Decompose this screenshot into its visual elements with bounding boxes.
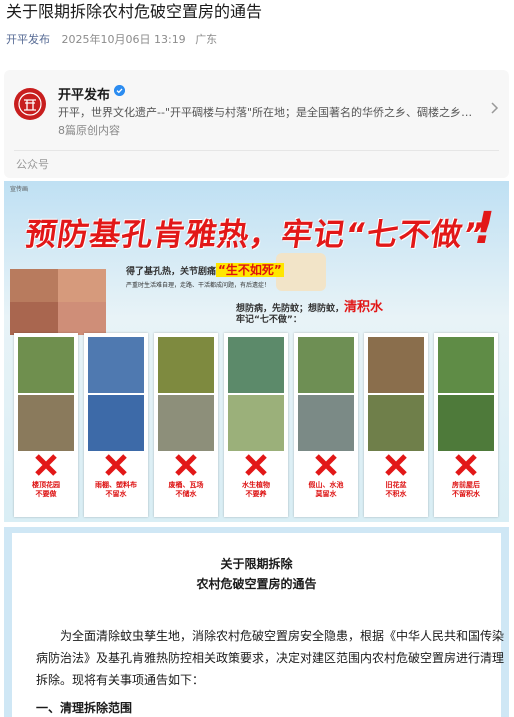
- cross-icon: [385, 454, 407, 476]
- warning-line-2: 严重时生活难自理，走路、干活都成问题，有后遗症！: [126, 282, 271, 289]
- chevron-right-icon[interactable]: [489, 102, 499, 114]
- panel-caption: 雨棚、塑料布 不留水: [95, 481, 137, 498]
- notice-content: 关于限期拆除 农村危破空置房的通告 为全面清除蚊虫孳生地，消除农村危破空置房安全…: [12, 533, 505, 717]
- divider: [14, 150, 499, 151]
- warning-line-1-prefix: 得了基孔热，关节剧痛: [126, 267, 217, 277]
- panel-caption: 水生植物 不要养: [242, 481, 270, 498]
- account-avatar[interactable]: [14, 88, 46, 120]
- warning-line-4: 牢记“七不做”：: [236, 315, 302, 325]
- cross-icon: [455, 454, 477, 476]
- panel-photo: [88, 395, 144, 451]
- panel-caption: 房前屋后 不留积水: [452, 481, 480, 498]
- notice-title-line-1: 关于限期拆除: [220, 557, 293, 571]
- panel-caption: 假山、水池 莫留水: [308, 481, 344, 498]
- panel-photo: [228, 337, 284, 393]
- article-meta: 开平发布 2025年10月06日 13:19 广东: [6, 31, 217, 47]
- panel-photo: [158, 395, 214, 451]
- symptom-photo-collage: [10, 269, 106, 335]
- panel-item: 楼顶花园 不要做: [14, 333, 78, 517]
- warning-line-1-highlight: “生不如死”: [216, 263, 284, 277]
- panel-photo: [368, 395, 424, 451]
- panel-caption: 废桶、瓦场 不储水: [168, 481, 204, 498]
- account-description: 开平，世界文化遗产--"开平碉楼与村落"所在地；是全国著名的华侨之乡、碉楼之乡、…: [58, 106, 478, 119]
- panel-photo: [18, 395, 74, 451]
- seven-donts-panels: 楼顶花园 不要做 雨棚、塑料布 不留水 废桶、瓦场 不储水 水生植物 不要养 假…: [14, 333, 504, 522]
- author-link[interactable]: 开平发布: [6, 33, 50, 46]
- panel-item: 废桶、瓦场 不储水: [154, 333, 218, 517]
- notice-title-line-2: 农村危破空置房的通告: [196, 577, 317, 591]
- panel-caption: 楼顶花园 不要做: [32, 481, 60, 498]
- publish-location: 广东: [195, 33, 218, 46]
- panel-photo: [438, 337, 494, 393]
- publish-date: 2025年10月06日 13:19: [61, 33, 186, 46]
- original-count: 8篇原创内容: [58, 124, 120, 137]
- panel-caption: 旧花盆 不积水: [385, 481, 407, 498]
- cross-icon: [105, 454, 127, 476]
- panel-item: 旧花盆 不积水: [364, 333, 428, 517]
- panel-photo: [438, 395, 494, 451]
- verified-badge-icon: [114, 85, 125, 96]
- panel-item: 房前屋后 不留积水: [434, 333, 498, 517]
- article-title: 关于限期拆除农村危破空置房的通告: [6, 2, 263, 21]
- cross-icon: [245, 454, 267, 476]
- panel-item: 水生植物 不要养: [224, 333, 288, 517]
- notice-frame: 关于限期拆除 农村危破空置房的通告 为全面清除蚊虫孳生地，消除农村危破空置房安全…: [4, 527, 509, 717]
- cross-icon: [315, 454, 337, 476]
- account-profile-card[interactable]: 开平发布 开平，世界文化遗产--"开平碉楼与村落"所在地；是全国著名的华侨之乡、…: [4, 70, 509, 178]
- panel-photo: [158, 337, 214, 393]
- panel-item: 雨棚、塑料布 不留水: [84, 333, 148, 517]
- account-name[interactable]: 开平发布: [58, 84, 110, 103]
- panel-photo: [18, 337, 74, 393]
- notice-body: 为全面清除蚊虫孳生地，消除农村危破空置房安全隐患，根据《中华人民共和国传染病防治…: [36, 629, 505, 687]
- account-type-label: 公众号: [16, 158, 49, 171]
- panel-item: 假山、水池 莫留水: [294, 333, 358, 517]
- notice-section-heading: 一、清理拆除范围: [36, 701, 133, 715]
- panel-photo: [88, 337, 144, 393]
- poster-headline: 预防基孔肯雅热，牢记“七不做”: [22, 217, 487, 253]
- panel-photo: [298, 337, 354, 393]
- cross-icon: [175, 454, 197, 476]
- panel-photo: [368, 337, 424, 393]
- warning-line-1: 得了基孔热，关节剧痛 “生不如死”: [126, 261, 284, 278]
- panel-photo: [228, 395, 284, 451]
- article-poster-image[interactable]: 宣传画 预防基孔肯雅热，牢记“七不做” ! 得了基孔热，关节剧痛 “生不如死” 严…: [4, 181, 509, 522]
- cross-icon: [35, 454, 57, 476]
- panel-photo: [298, 395, 354, 451]
- poster-tag: 宣传画: [10, 186, 29, 193]
- account-logo-icon: [15, 89, 45, 119]
- warning-line-3-highlight: 清积水: [344, 300, 384, 315]
